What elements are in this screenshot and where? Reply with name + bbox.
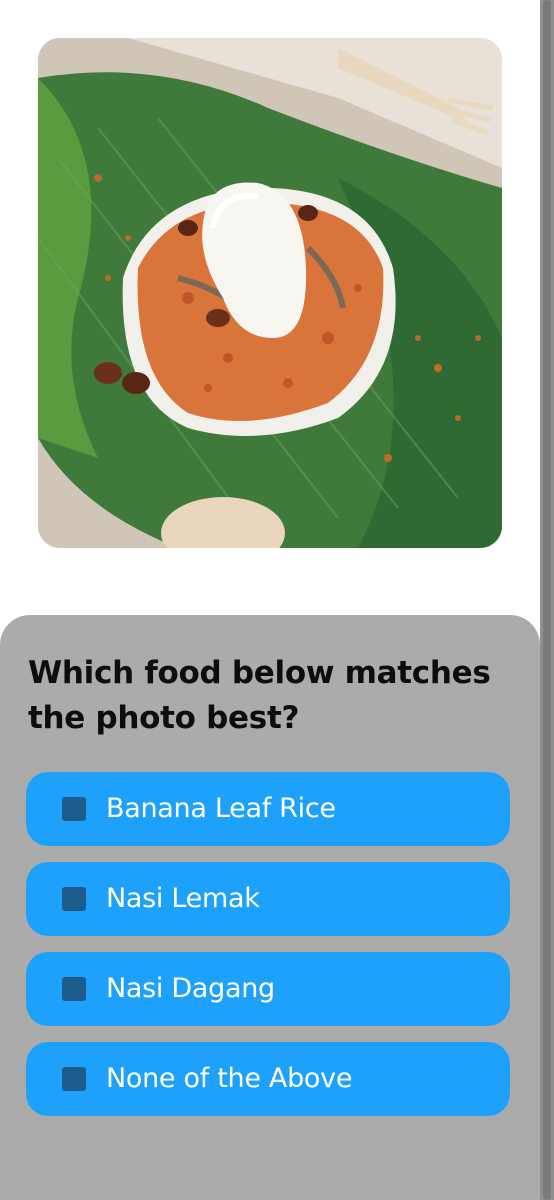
checkbox-icon[interactable]	[62, 887, 86, 911]
scrollbar[interactable]	[540, 0, 554, 1200]
answer-option-label: Banana Leaf Rice	[106, 793, 336, 824]
food-photo	[38, 38, 502, 548]
answer-option-nasi-dagang[interactable]: Nasi Dagang	[26, 952, 510, 1026]
answer-option-label: Nasi Dagang	[106, 973, 275, 1004]
answer-option-nasi-lemak[interactable]: Nasi Lemak	[26, 862, 510, 936]
checkbox-icon[interactable]	[62, 1067, 86, 1091]
food-photo-illustration	[38, 38, 502, 548]
answer-option-none-of-the-above[interactable]: None of the Above	[26, 1042, 510, 1116]
answer-option-label: None of the Above	[106, 1063, 353, 1094]
scrollbar-thumb[interactable]	[543, 0, 551, 1200]
answer-option-label: Nasi Lemak	[106, 883, 260, 914]
question-panel: Which food below matches the photo best?…	[0, 615, 540, 1200]
checkbox-icon[interactable]	[62, 977, 86, 1001]
question-text: Which food below matches the photo best?	[28, 655, 491, 736]
answer-options: Banana Leaf Rice Nasi Lemak Nasi Dagang …	[26, 772, 510, 1132]
answer-option-banana-leaf-rice[interactable]: Banana Leaf Rice	[26, 772, 510, 846]
checkbox-icon[interactable]	[62, 797, 86, 821]
